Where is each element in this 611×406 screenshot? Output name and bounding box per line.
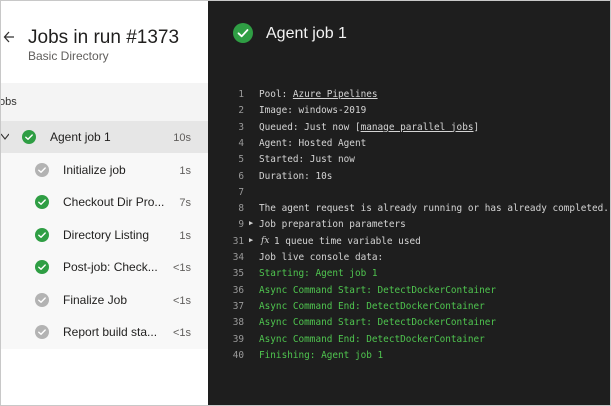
console-text: Started: Just now bbox=[259, 154, 355, 166]
line-number: 40 bbox=[232, 349, 244, 361]
success-check-icon bbox=[22, 130, 36, 144]
line-number: 35 bbox=[232, 268, 244, 280]
jobs-panel: Jobs in run #1373 Basic Directory obs Ag… bbox=[1, 1, 208, 405]
line-number: 1 bbox=[238, 89, 244, 100]
job-duration: 1s bbox=[179, 164, 191, 177]
skipped-check-icon bbox=[35, 325, 49, 339]
line-number: 3 bbox=[238, 121, 244, 133]
pipeline-run-window: Jobs in run #1373 Basic Directory obs Ag… bbox=[0, 0, 611, 406]
job-duration: 10s bbox=[173, 132, 191, 144]
line-number: 9 bbox=[238, 219, 244, 231]
job-list: Agent job 1 10s Initialize job 1s Checkout D… bbox=[1, 121, 208, 349]
job-label: Initialize job bbox=[63, 162, 126, 177]
console-line: 35 Starting: Agent job 1 bbox=[208, 266, 610, 282]
line-number: 8 bbox=[238, 203, 244, 215]
console-line: 4 Agent: Hosted Agent bbox=[208, 136, 610, 152]
console-text: Job live console data: bbox=[259, 252, 384, 263]
console-text: Pool: Azure Pipelines bbox=[259, 89, 378, 100]
job-label: Finalize Job bbox=[63, 292, 128, 307]
console-text: Finishing: Agent job 1 bbox=[259, 349, 384, 361]
page-title: Jobs in run #1373 bbox=[28, 27, 180, 48]
step-row[interactable]: Checkout Dir Pro... 7s bbox=[1, 186, 208, 218]
variable-fx-icon: fx bbox=[261, 235, 270, 246]
job-label: Post-job: Check... bbox=[63, 260, 158, 274]
console-link[interactable]: Azure Pipelines bbox=[293, 89, 378, 100]
console-text: Duration: 10s bbox=[259, 170, 333, 182]
step-row[interactable]: Initialize job 1s bbox=[1, 154, 208, 186]
console-text: Job preparation parameters bbox=[259, 219, 406, 231]
line-number: 4 bbox=[238, 137, 244, 149]
console-text: Agent: Hosted Agent bbox=[259, 137, 367, 149]
line-number: 39 bbox=[232, 333, 244, 345]
line-number: 6 bbox=[238, 170, 244, 182]
job-log-panel: Agent job 1 1 Pool: Azure Pipelines 2 Image… bbox=[208, 1, 610, 405]
line-number: 38 bbox=[232, 317, 244, 329]
job-duration: <1s bbox=[172, 262, 191, 274]
console-line: 7 bbox=[208, 185, 610, 201]
job-label: Directory Listing bbox=[63, 227, 150, 242]
console-text: Async Command Start: DetectDockerContain… bbox=[259, 284, 497, 296]
console-line: 8 The agent request is already running or… bbox=[208, 201, 610, 217]
console-line: 34 Job live console data: bbox=[208, 250, 610, 266]
line-number: 36 bbox=[232, 284, 244, 296]
console-line: 36 Async Command Start: DetectDockerConta… bbox=[208, 283, 610, 299]
step-row[interactable]: Finalize Job <1s bbox=[1, 284, 208, 316]
step-row[interactable]: Report build sta... <1s bbox=[1, 316, 208, 348]
console-text: Image: windows-2019 bbox=[259, 105, 367, 117]
expand-triangle-icon[interactable]: ▶ bbox=[249, 236, 253, 244]
skipped-check-icon bbox=[35, 162, 49, 177]
console-text: Queued: Just now [manage parallel jobs] bbox=[259, 121, 480, 133]
job-label: Agent job 1 bbox=[50, 130, 111, 144]
console-text: Async Command End: DetectDockerContainer bbox=[259, 333, 485, 345]
page-subtitle: Basic Directory bbox=[28, 49, 109, 63]
console-line: 39 Async Command End: DetectDockerContain… bbox=[208, 332, 610, 348]
line-number: 5 bbox=[238, 154, 244, 166]
console-line: 2 Image: windows-2019 bbox=[208, 103, 610, 119]
job-label: Report build sta... bbox=[63, 325, 158, 339]
console-text: The agent request is already running or … bbox=[259, 203, 609, 215]
console-text: Async Command Start: DetectDockerContain… bbox=[259, 317, 497, 329]
step-row[interactable]: Directory Listing 1s bbox=[1, 219, 208, 251]
line-number: 31 bbox=[232, 235, 244, 247]
console-text: 1 queue time variable used bbox=[274, 235, 421, 247]
job-duration: <1s bbox=[172, 327, 191, 339]
success-check-icon bbox=[233, 23, 253, 43]
console-text: Async Command End: DetectDockerContainer bbox=[259, 300, 485, 312]
console-line: 31 ▶ fx 1 queue time variable used bbox=[208, 234, 610, 250]
expand-triangle-icon[interactable]: ▶ bbox=[249, 219, 253, 227]
jobs-section-header: obs bbox=[1, 83, 208, 121]
chevron-down-icon[interactable] bbox=[1, 132, 9, 142]
line-number: 7 bbox=[238, 186, 244, 198]
console-line: 5 Started: Just now bbox=[208, 152, 610, 168]
console-line: 9 ▶ Job preparation parameters bbox=[208, 217, 610, 233]
line-number: 34 bbox=[232, 252, 244, 263]
success-check-icon bbox=[35, 227, 49, 242]
console-text: Starting: Agent job 1 bbox=[259, 268, 378, 280]
success-check-icon bbox=[35, 195, 49, 209]
job-detail-title: Agent job 1 bbox=[266, 25, 347, 42]
console-line: 37 Async Command End: DetectDockerContain… bbox=[208, 299, 610, 315]
back-arrow-icon[interactable] bbox=[3, 27, 17, 47]
step-row[interactable]: Post-job: Check... <1s bbox=[1, 251, 208, 283]
skipped-check-icon bbox=[35, 292, 49, 307]
console-line: 3 Queued: Just now [manage parallel jobs] bbox=[208, 120, 610, 136]
jobs-section-label: obs bbox=[0, 96, 17, 108]
console-link[interactable]: manage parallel jobs bbox=[361, 122, 474, 133]
line-number: 2 bbox=[238, 105, 244, 117]
jobs-header: Jobs in run #1373 Basic Directory bbox=[1, 1, 208, 83]
job-label: Checkout Dir Pro... bbox=[63, 195, 165, 209]
console-line: 38 Async Command Start: DetectDockerConta… bbox=[208, 315, 610, 331]
job-duration: <1s bbox=[172, 294, 191, 307]
console-line: 6 Duration: 10s bbox=[208, 169, 610, 185]
job-row[interactable]: Agent job 1 10s bbox=[1, 121, 208, 153]
console-line: 1 Pool: Azure Pipelines bbox=[208, 87, 610, 103]
job-duration: 1s bbox=[179, 229, 191, 242]
console-line: 40 Finishing: Agent job 1 bbox=[208, 348, 610, 364]
success-check-icon bbox=[35, 260, 49, 274]
job-duration: 7s bbox=[179, 197, 191, 209]
line-number: 37 bbox=[232, 300, 244, 312]
